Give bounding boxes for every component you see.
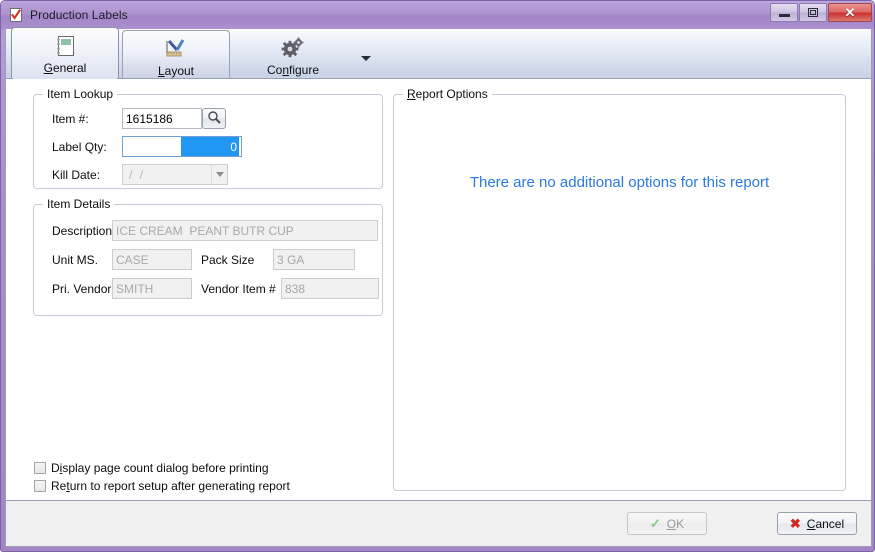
display-page-count-label: Display page count dialog before printin… bbox=[51, 461, 269, 475]
tab-strip: General Layout Configure bbox=[5, 27, 872, 79]
cancel-button-label: Cancel bbox=[806, 516, 845, 531]
text-caret bbox=[239, 139, 240, 154]
item-lookup-title: Item Lookup bbox=[43, 87, 118, 101]
production-labels-window: Production Labels ✕ General Layout Confi… bbox=[0, 0, 875, 552]
tab-general-label: General bbox=[43, 61, 87, 75]
tab-layout[interactable]: Layout bbox=[122, 30, 230, 78]
kill-date-label: Kill Date: bbox=[52, 168, 101, 182]
chevron-down-icon[interactable] bbox=[361, 56, 371, 61]
pack-size-input bbox=[273, 249, 355, 270]
title-bar: Production Labels ✕ bbox=[1, 1, 874, 29]
notebook-icon bbox=[54, 34, 76, 58]
return-to-setup-label: Return to report setup after generating … bbox=[51, 479, 290, 493]
kill-date-input[interactable]: / / bbox=[122, 164, 228, 185]
no-options-message: There are no additional options for this… bbox=[469, 174, 770, 191]
magnifier-icon bbox=[207, 110, 221, 127]
tab-layout-label: Layout bbox=[157, 64, 195, 78]
close-icon: ✕ bbox=[844, 5, 856, 20]
label-qty-input[interactable]: 0 bbox=[122, 136, 242, 157]
report-options-title: Report Options bbox=[403, 87, 492, 101]
unit-ms-input bbox=[112, 249, 192, 270]
minimize-icon bbox=[778, 14, 790, 17]
pack-size-label: Pack Size bbox=[201, 253, 255, 267]
unit-ms-label: Unit MS. bbox=[52, 253, 99, 267]
chevron-down-icon bbox=[215, 172, 224, 177]
report-options-group: Report Options There are no additional o… bbox=[393, 87, 846, 491]
window-title: Production Labels bbox=[30, 8, 128, 22]
vendor-item-input bbox=[281, 278, 379, 299]
vendor-item-label: Vendor Item # bbox=[201, 282, 276, 296]
restore-icon bbox=[808, 8, 818, 17]
close-button[interactable]: ✕ bbox=[828, 3, 872, 22]
description-input bbox=[112, 220, 378, 241]
label-qty-label: Label Qty: bbox=[52, 140, 107, 154]
window-controls: ✕ bbox=[770, 3, 872, 22]
description-label: Description: bbox=[52, 224, 116, 238]
tab-configure-label: Configure bbox=[266, 63, 320, 77]
footer-bar: ✓ OK ✖ Cancel bbox=[5, 500, 872, 547]
item-search-button[interactable] bbox=[202, 108, 226, 129]
ruler-pencil-icon bbox=[163, 37, 189, 61]
cancel-button[interactable]: ✖ Cancel bbox=[777, 512, 857, 535]
ok-button[interactable]: ✓ OK bbox=[627, 512, 707, 535]
item-number-input[interactable] bbox=[122, 108, 202, 129]
item-lookup-group: Item Lookup Item #: Label Qty: 0 Kill Da… bbox=[33, 87, 383, 189]
display-page-count-checkbox-row[interactable]: Display page count dialog before printin… bbox=[34, 461, 269, 475]
item-number-label: Item #: bbox=[52, 112, 89, 126]
pri-vendor-label: Pri. Vendor bbox=[52, 282, 112, 296]
ok-button-label: OK bbox=[666, 516, 685, 531]
return-to-setup-checkbox[interactable] bbox=[34, 480, 46, 492]
date-dropdown-button[interactable] bbox=[211, 165, 227, 184]
tab-general[interactable]: General bbox=[11, 27, 119, 79]
display-page-count-checkbox[interactable] bbox=[34, 462, 46, 474]
client-area: Item Lookup Item #: Label Qty: 0 Kill Da… bbox=[5, 79, 872, 500]
restore-button[interactable] bbox=[799, 3, 827, 22]
return-to-setup-checkbox-row[interactable]: Return to report setup after generating … bbox=[34, 479, 290, 493]
label-qty-value: 0 bbox=[181, 137, 239, 156]
tab-configure[interactable]: Configure bbox=[233, 30, 371, 78]
minimize-button[interactable] bbox=[770, 3, 798, 22]
item-details-group: Item Details Description: Unit MS. Pack … bbox=[33, 197, 383, 316]
pri-vendor-input bbox=[112, 278, 192, 299]
check-icon: ✓ bbox=[649, 515, 661, 531]
checked-document-icon bbox=[8, 7, 24, 23]
kill-date-value: / / bbox=[129, 167, 146, 182]
gears-icon bbox=[279, 36, 307, 60]
red-x-icon: ✖ bbox=[789, 515, 801, 531]
item-details-title: Item Details bbox=[43, 197, 115, 211]
